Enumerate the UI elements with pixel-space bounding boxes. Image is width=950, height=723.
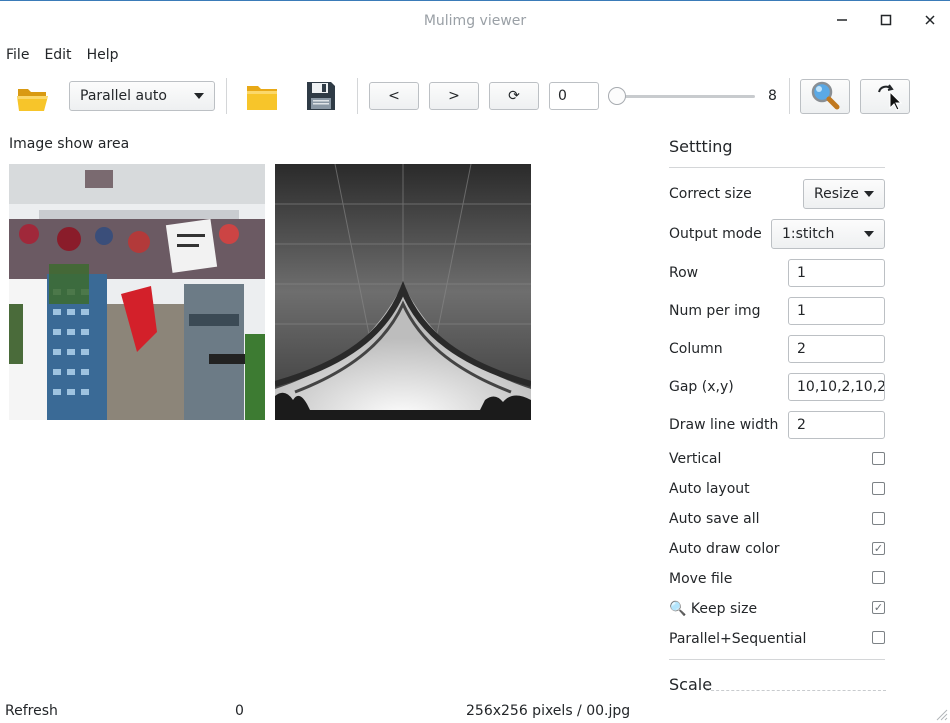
maximize-icon xyxy=(880,14,892,30)
layout-mode-value: Parallel auto xyxy=(80,88,167,104)
minimize-button[interactable] xyxy=(828,9,856,35)
chevron-down-icon xyxy=(864,191,874,197)
minimize-icon xyxy=(836,14,848,30)
move-file-label: Move file xyxy=(669,571,733,587)
output-mode-label: Output mode xyxy=(669,226,762,242)
resize-grip-icon[interactable] xyxy=(934,707,948,721)
toolbar-divider xyxy=(357,78,358,114)
menu-bar: File Edit Help xyxy=(0,42,950,68)
vertical-checkbox[interactable] xyxy=(872,452,885,465)
keep-size-checkbox[interactable]: ✓ xyxy=(872,601,885,614)
auto-draw-color-label: Auto draw color xyxy=(669,541,780,557)
correct-size-select[interactable]: Resize xyxy=(803,179,885,209)
auto-save-all-checkbox[interactable] xyxy=(872,512,885,525)
auto-draw-color-checkbox[interactable]: ✓ xyxy=(872,542,885,555)
settings-title: Settting xyxy=(669,137,733,156)
correct-size-label: Correct size xyxy=(669,186,752,202)
index-slider-track[interactable] xyxy=(617,95,755,98)
check-icon: ✓ xyxy=(873,601,884,614)
row-value: 1 xyxy=(797,265,806,281)
magnifier-button[interactable] xyxy=(800,79,850,114)
toolbar-divider xyxy=(789,78,790,114)
menu-help[interactable]: Help xyxy=(87,47,119,63)
menu-edit[interactable]: Edit xyxy=(44,47,71,63)
scale-divider xyxy=(706,690,886,691)
next-button[interactable]: > xyxy=(429,82,479,110)
scale-title: Scale xyxy=(669,675,713,694)
gap-label: Gap (x,y) xyxy=(669,379,734,395)
previous-label: < xyxy=(388,88,400,104)
status-index: 0 xyxy=(235,703,244,719)
num-per-img-value: 1 xyxy=(797,303,806,319)
gap-input[interactable]: 10,10,2,10,2 xyxy=(788,373,885,401)
row-input[interactable]: 1 xyxy=(788,259,885,287)
chevron-down-icon xyxy=(864,231,874,237)
rotate-icon xyxy=(868,78,903,116)
index-slider-handle[interactable] xyxy=(608,87,626,105)
index-value: 0 xyxy=(558,88,567,104)
settings-divider xyxy=(669,167,885,168)
column-input[interactable]: 2 xyxy=(788,335,885,363)
city-street-image xyxy=(9,164,265,420)
magnifier-icon xyxy=(810,80,840,114)
open-folder-icon xyxy=(16,89,50,116)
toolbar-divider xyxy=(226,78,227,114)
close-icon xyxy=(924,14,936,30)
draw-line-width-input[interactable]: 2 xyxy=(788,411,885,439)
column-value: 2 xyxy=(797,341,806,357)
correct-size-value: Resize xyxy=(814,186,859,202)
image-area-label: Image show area xyxy=(9,136,130,152)
magnifier-icon: 🔍 xyxy=(669,601,687,617)
vertical-label: Vertical xyxy=(669,451,722,467)
keep-size-label: Keep size xyxy=(690,601,758,617)
close-button[interactable] xyxy=(916,9,944,35)
parallel-sequential-checkbox[interactable] xyxy=(872,631,885,644)
bridge-image xyxy=(275,164,531,420)
chevron-down-icon xyxy=(194,93,204,99)
settings-divider xyxy=(669,659,885,660)
gap-value: 10,10,2,10,2 xyxy=(797,379,885,395)
window-title: Mulimg viewer xyxy=(423,13,527,29)
index-input[interactable]: 0 xyxy=(549,82,599,110)
num-per-img-input[interactable]: 1 xyxy=(788,297,885,325)
auto-layout-label: Auto layout xyxy=(669,481,750,497)
row-label: Row xyxy=(669,265,699,281)
refresh-button[interactable]: ⟳ xyxy=(489,82,539,110)
keep-size-row: 🔍 Keep size xyxy=(669,601,757,617)
draw-line-width-label: Draw line width xyxy=(669,417,779,433)
open-folder-button[interactable] xyxy=(16,84,50,116)
save-icon xyxy=(305,82,337,116)
auto-save-all-label: Auto save all xyxy=(669,511,760,527)
maximize-button[interactable] xyxy=(872,9,900,35)
draw-line-width-value: 2 xyxy=(797,417,806,433)
menu-file[interactable]: File xyxy=(6,47,29,63)
auto-layout-checkbox[interactable] xyxy=(872,482,885,495)
layout-mode-select[interactable]: Parallel auto xyxy=(69,81,215,111)
title-bar: Mulimg viewer xyxy=(0,0,950,42)
status-image-info: 256x256 pixels / 00.jpg xyxy=(466,703,631,719)
next-label: > xyxy=(448,88,460,104)
folder-icon xyxy=(245,86,279,116)
check-icon: ✓ xyxy=(873,542,884,555)
slider-max-label: 8 xyxy=(768,88,777,104)
previous-button[interactable]: < xyxy=(369,82,419,110)
save-button[interactable] xyxy=(305,80,337,116)
column-label: Column xyxy=(669,341,723,357)
image-tile-1[interactable] xyxy=(9,164,265,420)
select-folder-button[interactable] xyxy=(245,82,279,116)
output-mode-select[interactable]: 1:stitch xyxy=(771,219,885,249)
num-per-img-label: Num per img xyxy=(669,303,761,319)
output-mode-value: 1:stitch xyxy=(782,226,835,242)
move-file-checkbox[interactable] xyxy=(872,571,885,584)
refresh-icon: ⟳ xyxy=(508,88,520,104)
parallel-sequential-label: Parallel+Sequential xyxy=(669,631,807,647)
image-tile-2[interactable] xyxy=(275,164,531,420)
rotate-button[interactable] xyxy=(860,79,910,114)
status-refresh: Refresh xyxy=(5,703,58,719)
